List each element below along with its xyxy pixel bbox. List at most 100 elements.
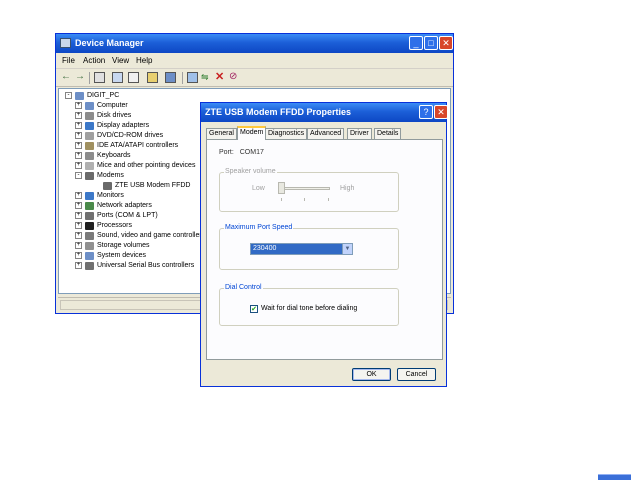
- speaker-high-label: High: [340, 185, 355, 192]
- menu-bar: File Action View Help: [56, 53, 453, 69]
- expand-icon[interactable]: +: [75, 262, 82, 269]
- expand-icon[interactable]: +: [75, 142, 82, 149]
- slider-tick: [281, 198, 282, 201]
- uninstall-icon[interactable]: ✕: [215, 72, 226, 83]
- expand-icon[interactable]: +: [75, 132, 82, 139]
- tree-item-label: Disk drives: [97, 112, 132, 119]
- expand-icon[interactable]: +: [75, 122, 82, 129]
- tree-item-label: Storage volumes: [97, 242, 150, 249]
- mouse-icon: [85, 162, 94, 170]
- slider-tick: [304, 198, 305, 201]
- refresh-icon[interactable]: [147, 72, 158, 83]
- toolbar: ← → ⇋ ✕ ⊘: [56, 69, 453, 87]
- speaker-slider-thumb[interactable]: [278, 182, 285, 194]
- show-hide-console-tree-icon[interactable]: [94, 72, 105, 83]
- chevron-down-icon[interactable]: ▼: [342, 244, 352, 254]
- tab-diagnostics[interactable]: Diagnostics: [265, 128, 308, 139]
- expand-icon[interactable]: +: [75, 162, 82, 169]
- tree-item-label: DIGIT_PC: [87, 92, 120, 99]
- sound-icon: [85, 232, 94, 240]
- storage-volume-icon: [85, 242, 94, 250]
- wait-dial-tone-checkbox[interactable]: ✔: [250, 305, 258, 313]
- export-list-icon[interactable]: [165, 72, 176, 83]
- monitor-icon: [85, 192, 94, 200]
- port-icon: [85, 212, 94, 220]
- expand-icon[interactable]: +: [75, 112, 82, 119]
- help-question-icon[interactable]: ?: [419, 105, 433, 119]
- modem-icon: [85, 172, 94, 180]
- close-icon[interactable]: ✕: [439, 36, 453, 50]
- expand-icon[interactable]: +: [75, 212, 82, 219]
- expand-icon[interactable]: +: [75, 202, 82, 209]
- menu-action[interactable]: Action: [83, 56, 105, 65]
- update-driver-icon[interactable]: ⇋: [201, 72, 212, 83]
- tab-driver[interactable]: Driver: [347, 128, 372, 139]
- tab-general[interactable]: General: [206, 128, 237, 139]
- collapse-icon[interactable]: -: [75, 172, 82, 179]
- tree-item-label: ZTE USB Modem FFDD: [115, 182, 191, 189]
- collapse-icon[interactable]: -: [65, 92, 72, 99]
- tab-advanced[interactable]: Advanced: [307, 128, 345, 139]
- maximize-icon[interactable]: □: [424, 36, 438, 50]
- dialog-title: ZTE USB Modem FFDD Properties: [205, 107, 352, 117]
- tree-item-label: Computer: [97, 102, 128, 109]
- expand-icon[interactable]: +: [75, 192, 82, 199]
- tree-item-label: Sound, video and game controllers: [97, 232, 206, 239]
- max-port-speed-group: Maximum Port Speed 230400 ▼: [219, 224, 399, 270]
- dial-control-title: Dial Control: [224, 284, 263, 291]
- speaker-volume-group: Speaker volume Low High: [219, 168, 399, 212]
- port-speed-value: 230400: [253, 245, 277, 252]
- wait-dial-tone-label[interactable]: Wait for dial tone before dialing: [261, 305, 357, 312]
- tab-details[interactable]: Details: [374, 128, 402, 139]
- expand-icon[interactable]: +: [75, 232, 82, 239]
- menu-view[interactable]: View: [112, 56, 129, 65]
- expand-icon[interactable]: +: [75, 242, 82, 249]
- tree-item-label: Ports (COM & LPT): [97, 212, 158, 219]
- display-adapter-icon: [85, 122, 94, 130]
- port-line: Port: COM17: [219, 149, 264, 156]
- system-device-icon: [85, 252, 94, 260]
- cancel-button[interactable]: Cancel: [397, 368, 436, 381]
- modem-tab-panel: Port: COM17 Speaker volume Low High Maxi…: [206, 139, 443, 360]
- tree-item-label: Network adapters: [97, 202, 152, 209]
- tab-modem[interactable]: Modem: [237, 126, 267, 140]
- back-arrow-icon[interactable]: ←: [61, 72, 72, 83]
- expand-icon[interactable]: +: [75, 222, 82, 229]
- processor-icon: [85, 222, 94, 230]
- dialog-titlebar[interactable]: ZTE USB Modem FFDD Properties ? ✕: [201, 103, 448, 122]
- tree-item[interactable]: - DIGIT_PC: [59, 91, 439, 101]
- dialog-close-icon[interactable]: ✕: [434, 105, 448, 119]
- tree-item-label: Mice and other pointing devices: [97, 162, 196, 169]
- expand-icon[interactable]: +: [75, 252, 82, 259]
- slider-tick: [328, 198, 329, 201]
- modem-icon: [103, 182, 112, 190]
- device-manager-titlebar[interactable]: Device Manager _ □ ✕: [56, 34, 453, 53]
- tree-item-label: Monitors: [97, 192, 124, 199]
- expand-icon[interactable]: +: [75, 152, 82, 159]
- disable-icon[interactable]: ⊘: [229, 72, 240, 83]
- dial-control-group: Dial Control ✔ Wait for dial tone before…: [219, 284, 399, 326]
- max-port-speed-title: Maximum Port Speed: [224, 224, 294, 231]
- scan-hardware-icon[interactable]: [187, 72, 198, 83]
- properties-icon[interactable]: [112, 72, 123, 83]
- usb-icon: [85, 262, 94, 270]
- disk-drive-icon: [85, 112, 94, 120]
- minimize-icon[interactable]: _: [409, 36, 423, 50]
- ide-controller-icon: [85, 142, 94, 150]
- expand-icon[interactable]: +: [75, 102, 82, 109]
- help-icon[interactable]: [128, 72, 139, 83]
- menu-file[interactable]: File: [62, 56, 75, 65]
- speaker-slider-track: [278, 187, 330, 190]
- tree-item-label: System devices: [97, 252, 147, 259]
- speaker-low-label: Low: [252, 185, 265, 192]
- taskbar-tray[interactable]: [598, 474, 631, 480]
- device-manager-icon: [60, 38, 71, 48]
- tree-item-label: Keyboards: [97, 152, 131, 159]
- forward-arrow-icon[interactable]: →: [75, 72, 86, 83]
- tree-item-label: Modems: [97, 172, 124, 179]
- ok-button[interactable]: OK: [352, 368, 391, 381]
- port-speed-select[interactable]: 230400 ▼: [250, 243, 353, 255]
- speaker-volume-title: Speaker volume: [224, 168, 277, 175]
- toolbar-separator: [182, 72, 183, 84]
- menu-help[interactable]: Help: [136, 56, 152, 65]
